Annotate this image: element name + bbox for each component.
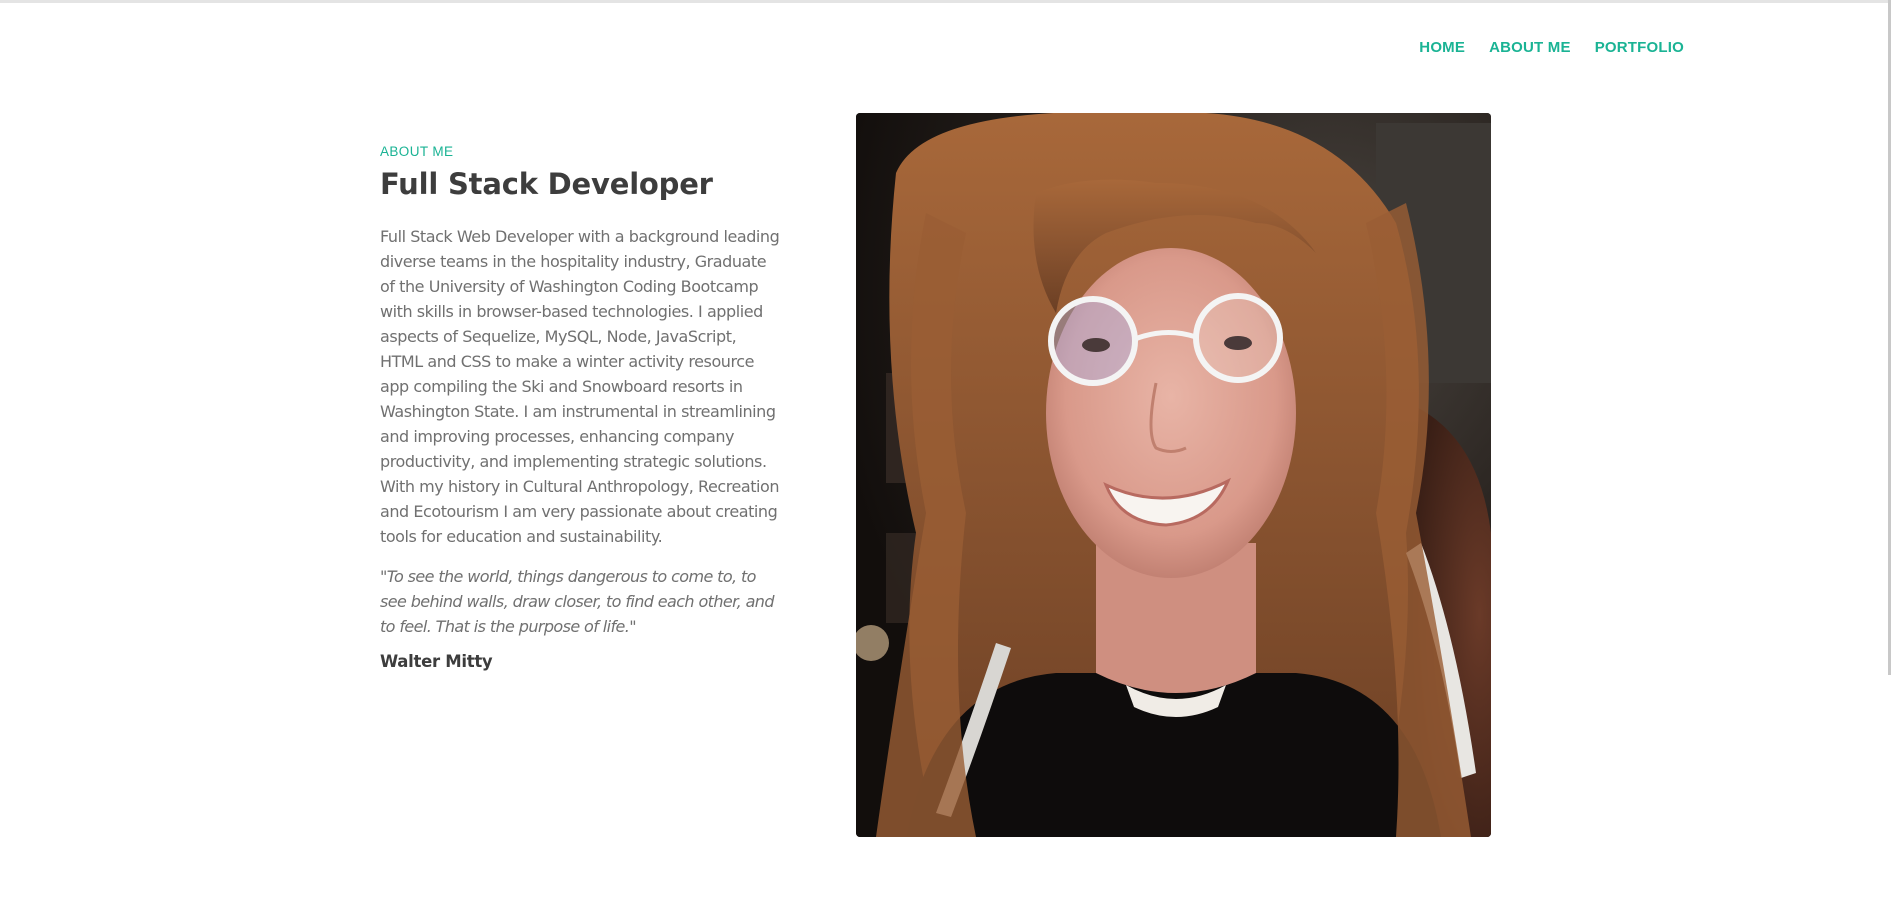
section-eyebrow: ABOUT ME [380,144,454,159]
top-border [0,0,1891,3]
profile-photo [856,113,1491,837]
main-nav: HOME ABOUT ME PORTFOLIO [1419,39,1684,56]
quote-author: Walter Mitty [380,651,493,671]
nav-home-link[interactable]: HOME [1419,39,1465,56]
nav-portfolio-link[interactable]: PORTFOLIO [1595,39,1684,56]
nav-about-me-link[interactable]: ABOUT ME [1489,39,1571,56]
about-section: ABOUT ME Full Stack Developer Full Stack… [380,144,780,671]
quote-text: "To see the world, things dangerous to c… [380,566,774,636]
bio-paragraph: Full Stack Web Developer with a backgrou… [380,226,780,546]
page-title: Full Stack Developer [380,167,713,201]
